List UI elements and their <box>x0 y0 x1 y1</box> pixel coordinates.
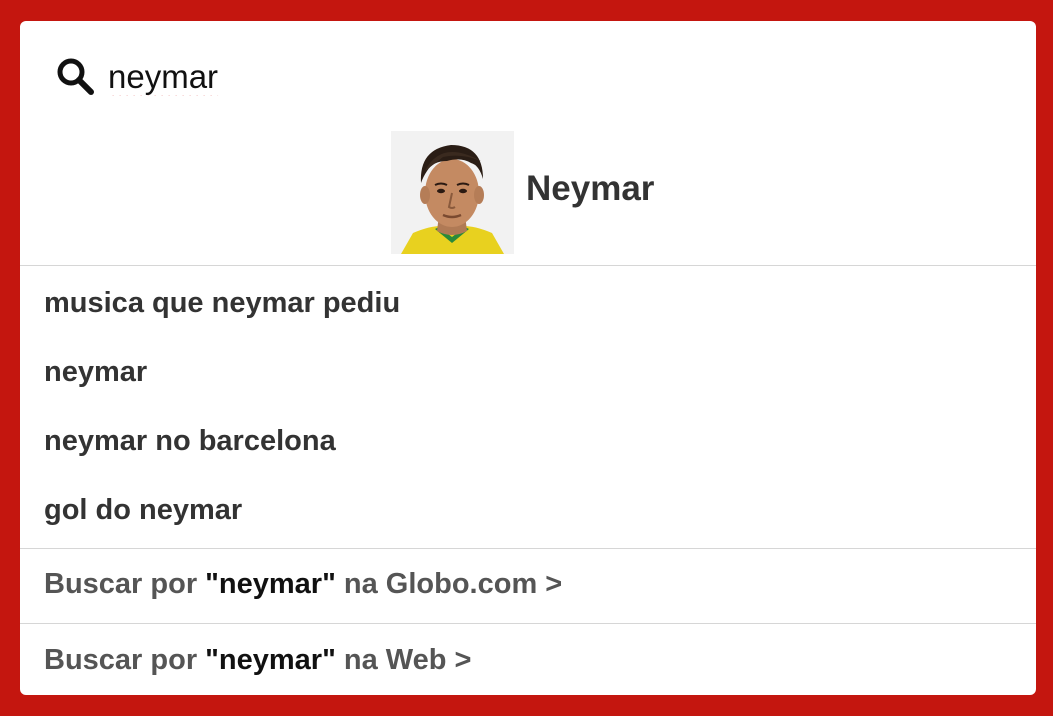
search-globo-link[interactable]: Buscar por "neymar" na Globo.com > <box>44 568 562 601</box>
search-suffix: na Web > <box>335 644 472 676</box>
search-suffix: na Globo.com > <box>335 568 563 600</box>
search-icon[interactable] <box>54 55 98 99</box>
featured-result[interactable]: Neymar <box>20 131 1036 255</box>
search-prefix: Buscar por <box>44 644 206 676</box>
search-bar <box>20 21 1036 127</box>
search-term: "neymar" <box>205 568 336 600</box>
divider <box>20 623 1036 624</box>
search-web-link[interactable]: Buscar por "neymar" na Web > <box>44 644 471 677</box>
search-dropdown-panel: Neymar musica que neymar pediu neymar ne… <box>20 21 1036 695</box>
portrait-image <box>391 131 514 254</box>
search-prefix: Buscar por <box>44 568 206 600</box>
suggestion-item[interactable]: neymar <box>44 356 147 389</box>
search-input[interactable] <box>108 55 808 99</box>
divider <box>20 548 1036 549</box>
suggestion-item[interactable]: musica que neymar pediu <box>44 287 400 320</box>
divider <box>20 265 1036 266</box>
person-photo[interactable] <box>391 131 514 254</box>
search-term: "neymar" <box>205 644 336 676</box>
suggestion-item[interactable]: neymar no barcelona <box>44 425 336 458</box>
featured-result-label[interactable]: Neymar <box>526 169 654 209</box>
suggestion-item[interactable]: gol do neymar <box>44 494 242 527</box>
